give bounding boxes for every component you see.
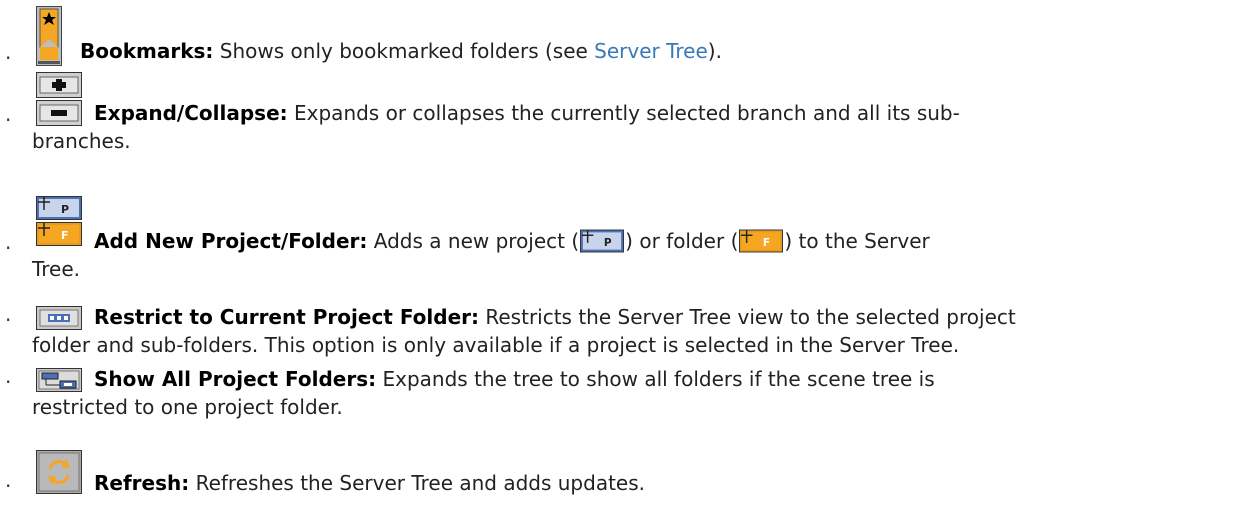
term-show-all-project-folders: Show All Project Folders: (94, 367, 377, 391)
restrict-to-project-icon[interactable] (36, 306, 82, 330)
description-text: Refreshes the Server Tree and adds updat… (189, 471, 646, 495)
description-text: restricted to one project folder. (32, 395, 343, 419)
description-text: Expands or collapses the currently selec… (287, 101, 960, 125)
list-item-refresh: · Refresh: Refreshes the Server Tree and… (0, 450, 1254, 528)
description-text: branches. (32, 129, 131, 153)
description-text: Shows only bookmarked folders (see (213, 39, 595, 63)
description-text: Adds a new project ( (367, 229, 580, 253)
description-text: folder and sub-folders. This option is o… (32, 333, 960, 357)
term-expand-collapse: Expand/Collapse: (94, 101, 288, 125)
project-icon: P (580, 229, 625, 253)
list-item-restrict-to-current-project-folder: · Restrict to Current Project Folder: Re… (0, 305, 1254, 366)
description-text: Tree. (32, 257, 81, 281)
collapse-icon[interactable] (36, 100, 82, 126)
refresh-icon[interactable] (36, 450, 82, 494)
bullet: · (5, 108, 12, 132)
list-item-show-all-project-folders: · Show All Project Folders: Expands the … (0, 367, 1254, 428)
project-label: P (604, 237, 612, 249)
term-restrict-to-current-project-folder: Restrict to Current Project Folder: (94, 305, 480, 329)
list-item-bookmarks: · Bookmarks: Shows only bookmarked folde… (0, 0, 1254, 70)
description-text: ). (707, 39, 722, 63)
bullet: · (5, 236, 12, 260)
description-text: Restricts the Server Tree view to the se… (479, 305, 1016, 329)
list-item-expand-collapse: · Expand/Collapse: Expands or collapses … (0, 70, 1254, 160)
term-bookmarks: Bookmarks: (80, 39, 214, 63)
expand-icon[interactable] (36, 72, 82, 98)
add-project-icon[interactable]: P (36, 196, 82, 220)
description-text: Expands the tree to show all folders if … (376, 367, 935, 391)
bullet: · (5, 474, 12, 498)
description-text: ) or folder ( (625, 229, 739, 253)
description-text: ) to the Server (784, 229, 930, 253)
folder-label: F (61, 229, 69, 242)
folder-icon: F (739, 229, 784, 253)
bullet: · (5, 46, 12, 70)
term-refresh: Refresh: (94, 471, 190, 495)
list-item-add-new-project-folder: P F · Add New Project/Folder: Adds a new… (0, 192, 1254, 302)
bullet: · (5, 370, 12, 394)
bookmarks-icon[interactable] (36, 6, 62, 66)
show-all-folders-icon[interactable] (36, 368, 82, 392)
add-folder-icon[interactable]: F (36, 222, 82, 246)
project-label: P (61, 203, 69, 216)
term-add-new-project-folder: Add New Project/Folder: (94, 229, 368, 253)
folder-label: F (763, 237, 770, 249)
bullet: · (5, 308, 12, 332)
server-tree-link[interactable]: Server Tree (594, 39, 708, 63)
